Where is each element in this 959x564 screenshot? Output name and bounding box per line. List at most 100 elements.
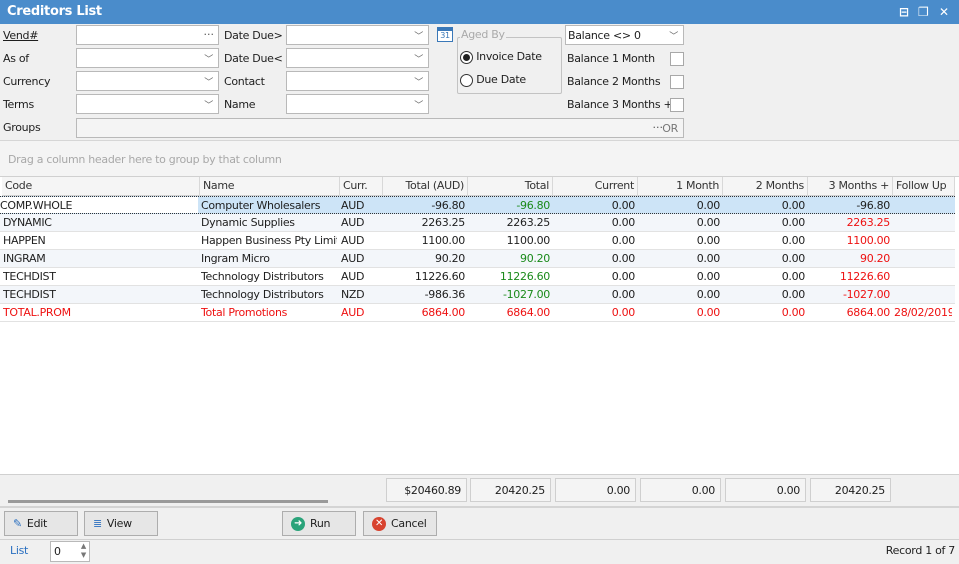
cell-name: Total Promotions [201,306,288,319]
chevron-down-icon: ﹀ [669,32,678,42]
column-header-m1[interactable]: 1 Month [638,177,723,196]
column-header-curr[interactable]: Curr. [340,177,383,196]
cell-total_aud: 90.20 [435,252,465,265]
due-date-radio[interactable]: Due Date [460,73,526,87]
cell-total: 11226.60 [499,270,550,283]
cell-code: HAPPEN [3,234,46,247]
cell-total: -1027.00 [502,288,550,301]
cell-m3: 1100.00 [846,234,890,247]
name-dropdown[interactable]: ﹀ [286,94,429,114]
table-row[interactable]: DYNAMIC Dynamic Supplies AUD 2263.25 2263.25… [0,214,955,232]
table-row[interactable]: INGRAM Ingram Micro AUD 90.20 90.20 0.00 0.00 0… [0,250,955,268]
cell-m2: 0.00 [781,234,805,247]
balance-1-label: Balance 1 Month [567,52,655,65]
cell-m3: -1027.00 [842,288,890,301]
cell-curr: AUD [341,216,365,229]
group-by-panel[interactable]: Drag a column header here to group by th… [0,140,959,176]
column-header-name[interactable]: Name [200,177,340,196]
date-due-lt-dropdown[interactable]: ﹀ [286,48,429,68]
cell-curr: NZD [341,288,365,301]
terms-dropdown[interactable]: ﹀ [76,94,219,114]
cell-current: 0.00 [611,216,635,229]
contact-dropdown[interactable]: ﹀ [286,71,429,91]
spinner-arrows-icon[interactable]: ▲ ▼ [81,542,86,560]
column-header-follow_up[interactable]: Follow Up [893,177,955,196]
chevron-down-icon: ﹀ [414,32,423,42]
table-row[interactable]: TECHDIST Technology Distributors AUD 11226.… [0,268,955,286]
list-tab[interactable]: List [10,544,28,557]
aged-by-legend: Aged By [460,28,506,41]
chevron-down-icon: ﹀ [414,55,423,65]
column-header-m2[interactable]: 2 Months [723,177,808,196]
calendar-icon[interactable]: 31 [437,27,453,42]
date-due-lt-label: Date Due< [224,52,283,65]
date-due-gt-dropdown[interactable]: ﹀ [286,25,429,45]
cell-curr: AUD [341,199,365,212]
cell-m2: 0.00 [781,199,805,212]
cancel-button[interactable]: ✕ Cancel [363,511,437,536]
restore-icon[interactable]: ❐ [918,5,929,19]
currency-dropdown[interactable]: ﹀ [76,71,219,91]
cell-total_aud: 2263.25 [421,216,465,229]
table-row[interactable]: TOTAL.PROM Total Promotions AUD 6864.00 6864… [0,304,955,322]
cell-total_aud: 6864.00 [421,306,465,319]
contact-label: Contact [224,75,265,88]
cell-name: Dynamic Supplies [201,216,295,229]
chevron-down-icon: ﹀ [204,78,213,88]
divider [0,506,959,508]
pin-icon[interactable]: ⊟ [899,5,909,19]
cell-m2: 0.00 [781,288,805,301]
chevron-down-icon: ﹀ [204,55,213,65]
chevron-down-icon: ﹀ [414,78,423,88]
as-of-label: As of [3,52,29,65]
balance-3-checkbox[interactable] [670,98,684,112]
as-of-dropdown[interactable]: ﹀ [76,48,219,68]
edit-button[interactable]: ✎ Edit [4,511,78,536]
cell-current: 0.00 [611,234,635,247]
table-row[interactable]: HAPPEN Happen Business Pty Limited AUD 1100… [0,232,955,250]
creditors-grid[interactable]: Code Name Curr. Total (AUD) Total Current 1 Mo… [0,176,959,474]
cancel-icon: ✕ [372,516,386,531]
cell-m1: 0.00 [696,306,720,319]
column-header-m3[interactable]: 3 Months + [808,177,893,196]
cell-m3: -96.80 [856,199,890,212]
vend-input[interactable]: ··· [76,25,219,45]
ellipsis-icon[interactable]: ··· [204,28,215,41]
edit-label: Edit [26,517,48,530]
balance-dropdown[interactable]: Balance <> 0 ﹀ [565,25,684,45]
view-label: View [106,517,132,530]
balance-2-checkbox[interactable] [670,75,684,89]
invoice-date-radio[interactable]: Invoice Date [460,50,542,64]
cell-curr: AUD [341,234,365,247]
column-header-current[interactable]: Current [553,177,638,196]
table-row[interactable]: COMP.WHOLE Computer Wholesalers AUD -96.80 -… [0,196,955,214]
cell-m1: 0.00 [696,234,720,247]
run-label: Run [310,517,331,530]
horizontal-scrollbar[interactable] [8,500,328,503]
column-header-total_aud[interactable]: Total (AUD) [383,177,468,196]
view-button[interactable]: ≣ View [84,511,158,536]
radio-icon [460,73,473,87]
total-summary: 20420.25 [470,478,551,502]
column-header-total[interactable]: Total [468,177,553,196]
total-summary: 0.00 [640,478,721,502]
cell-follow_up: 28/02/2019 [894,306,952,319]
total-summary: $20460.89 [386,478,467,502]
cell-m2: 0.00 [781,270,805,283]
cell-total: 6864.00 [506,306,550,319]
groups-input[interactable]: ··· OR [76,118,684,138]
cell-name: Computer Wholesalers [201,199,321,212]
cell-current: 0.00 [611,252,635,265]
cell-total_aud: -96.80 [431,199,465,212]
cell-name: Ingram Micro [201,252,270,265]
run-button[interactable]: ➜ Run [282,511,356,536]
column-header-code[interactable]: Code [2,177,200,196]
table-row[interactable]: TECHDIST Technology Distributors NZD -986.3… [0,286,955,304]
close-icon[interactable]: ✕ [939,5,949,19]
cell-m3: 11226.60 [839,270,890,283]
group-hint: Drag a column header here to group by th… [8,153,282,166]
cell-m2: 0.00 [781,216,805,229]
balance-1-checkbox[interactable] [670,52,684,66]
cell-total_aud: 11226.60 [414,270,465,283]
list-spinner[interactable]: 0 ▲ ▼ [50,541,90,562]
